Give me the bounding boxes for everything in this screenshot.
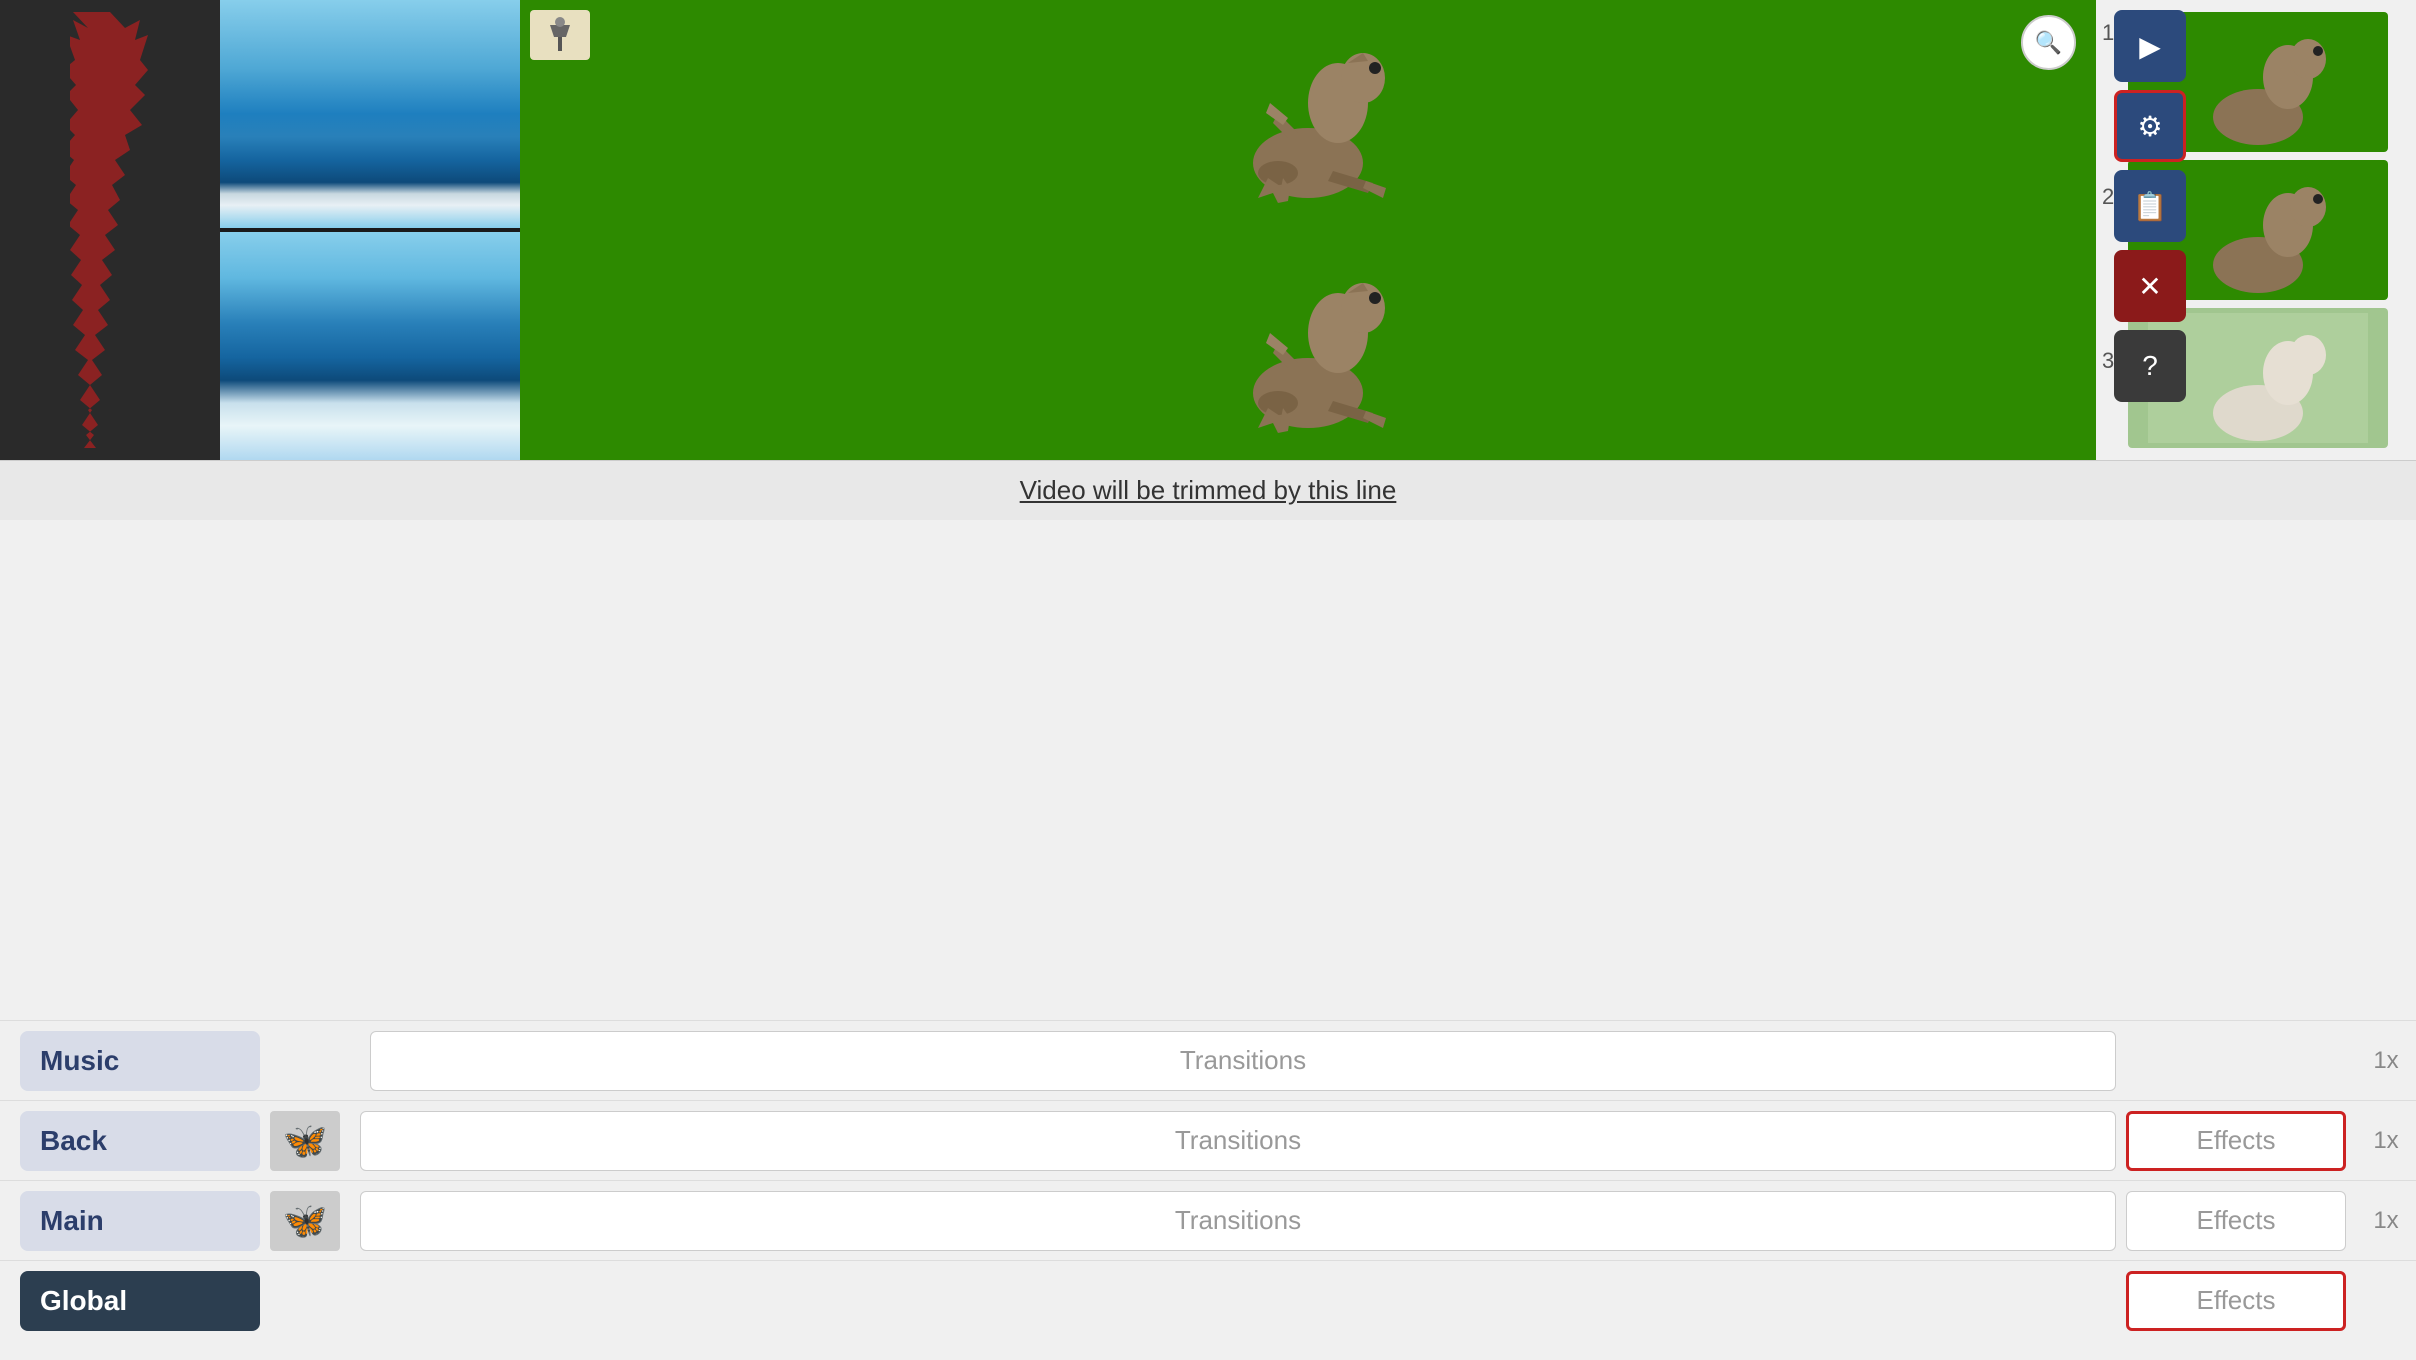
dinosaur-top	[1208, 23, 1408, 208]
sky-cell-top	[220, 0, 520, 228]
thumb-num-1: 1	[2098, 20, 2114, 46]
track-row-main: Main 🦋 Transitions Effects 1x	[0, 1180, 2416, 1260]
track-row-global: Global Effects	[0, 1260, 2416, 1340]
thumb-num-3: 3	[2098, 348, 2114, 374]
control-panel: ▶ ⚙ 📋 ✕ ?	[2114, 10, 2186, 402]
middle-spacer	[0, 520, 2416, 660]
settings-button[interactable]: ⚙	[2114, 90, 2186, 162]
track-thumb-back: 🦋	[270, 1111, 340, 1171]
zoom-button[interactable]: 🔍	[2021, 15, 2076, 70]
track-label-global[interactable]: Global	[20, 1271, 260, 1331]
film-strip-left	[0, 0, 220, 460]
transitions-btn-music[interactable]: Transitions	[370, 1031, 2116, 1091]
video-bottom-cell	[520, 230, 2096, 460]
play-button[interactable]: ▶	[2114, 10, 2186, 82]
copy-button[interactable]: 📋	[2114, 170, 2186, 242]
video-editor-area: ▶ ⚙ 📋 ✕ ?	[0, 0, 2416, 460]
sky-cell-bottom	[220, 232, 520, 460]
transitions-btn-back[interactable]: Transitions	[360, 1111, 2116, 1171]
main-video-area: ▶ ⚙ 📋 ✕ ?	[520, 0, 2096, 460]
sky-ocean-strip	[220, 0, 520, 460]
sky-bg-bottom	[220, 232, 520, 460]
pin-icon	[530, 10, 590, 60]
effects-btn-back[interactable]: Effects	[2126, 1111, 2346, 1171]
effects-btn-main[interactable]: Effects	[2126, 1191, 2346, 1251]
effects-btn-global[interactable]: Effects	[2126, 1271, 2346, 1331]
multiplier-main: 1x	[2356, 1207, 2416, 1235]
bottom-tracks: Music Transitions 1x Back 🦋 Transitions …	[0, 980, 2416, 1360]
thumb-num-2: 2	[2098, 184, 2114, 210]
transitions-btn-main[interactable]: Transitions	[360, 1191, 2116, 1251]
video-top-cell	[520, 0, 2096, 230]
sky-bg-top	[220, 0, 520, 228]
track-label-music[interactable]: Music	[20, 1031, 260, 1091]
multiplier-back: 1x	[2356, 1127, 2416, 1155]
trim-text: Video will be trimmed by this line	[1020, 475, 1397, 506]
delete-button[interactable]: ✕	[2114, 250, 2186, 322]
trim-area: Video will be trimmed by this line	[0, 460, 2416, 520]
track-label-back[interactable]: Back	[20, 1111, 260, 1171]
multiplier-music: 1x	[2356, 1047, 2416, 1075]
track-thumb-main: 🦋	[270, 1191, 340, 1251]
dinosaur-bottom	[1208, 253, 1408, 438]
track-label-main[interactable]: Main	[20, 1191, 260, 1251]
help-button[interactable]: ?	[2114, 330, 2186, 402]
track-row-music: Music Transitions 1x	[0, 1020, 2416, 1100]
track-row-back: Back 🦋 Transitions Effects 1x	[0, 1100, 2416, 1180]
